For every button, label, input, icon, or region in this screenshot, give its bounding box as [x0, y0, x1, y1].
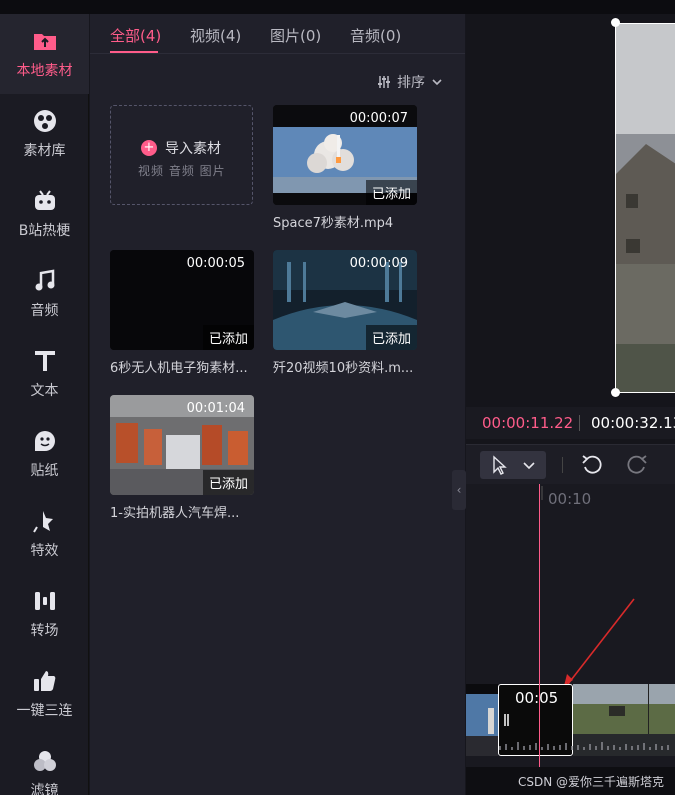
thumbs-up-icon — [33, 671, 55, 691]
sidebar-item-label: 本地素材 — [16, 63, 73, 79]
undo-icon[interactable] — [578, 451, 606, 479]
sort-sliders-icon — [378, 76, 390, 88]
tab-all[interactable]: 全部(4) — [110, 25, 161, 46]
import-title: 导入素材 — [165, 141, 221, 157]
sidebar-item-triple-like[interactable]: 一键三连 — [0, 654, 89, 734]
sidebar-item-effects[interactable]: 特效 — [0, 494, 89, 574]
sparkle-effect-icon — [32, 511, 53, 533]
editor-area: 00:00:11.22 00:00:32.13 00:10 00:05 CSDN… — [466, 14, 675, 795]
material-library-icon — [33, 110, 56, 132]
sidebar-item-label: 音频 — [30, 303, 59, 319]
time-divider — [579, 415, 580, 431]
sticker-icon — [34, 431, 55, 451]
plus-icon: + — [141, 140, 157, 156]
folder-upload-icon — [33, 34, 56, 50]
video-track: 00:05 — [466, 684, 675, 756]
top-bar — [0, 0, 675, 14]
sidebar-item-label: 素材库 — [23, 143, 66, 159]
cursor-arrow-icon — [493, 455, 535, 475]
tab-audio[interactable]: 音频(0) — [350, 25, 401, 46]
sort-dropdown[interactable]: 排序 — [377, 72, 443, 92]
sort-label: 排序 — [397, 75, 425, 91]
transition-icon — [34, 592, 55, 610]
thumb-duration: 00:00:05 — [186, 256, 245, 271]
tab-image[interactable]: 图片(0) — [270, 25, 321, 46]
media-item-jet[interactable]: 00:00:09 已添加 — [273, 250, 417, 350]
sidebar-item-label: B站热梗 — [18, 223, 71, 239]
filter-circles-icon — [33, 751, 56, 771]
import-material-button[interactable]: + 导入素材 视频 音频 图片 — [110, 105, 253, 205]
sidebar-item-bilibili[interactable]: B站热梗 — [0, 174, 89, 254]
sidebar-item-local-material[interactable]: 本地素材 — [0, 14, 89, 94]
sidebar-item-audio[interactable]: 音频 — [0, 254, 89, 334]
watermark-text: CSDN @爱你三千遍斯塔克 — [518, 775, 665, 789]
status-footer: CSDN @爱你三千遍斯塔克 — [466, 767, 675, 795]
red-arrow-annotation — [564, 598, 635, 686]
media-panel: 全部(4) 视频(4) 图片(0) 音频(0) 排序 + 导入素材 视频 音频 … — [90, 14, 465, 795]
toolbar-divider — [562, 457, 563, 473]
sidebar-item-label: 滤镜 — [30, 783, 59, 795]
timeline-toolbar — [466, 444, 675, 484]
thumb-duration: 00:00:09 — [349, 256, 408, 271]
media-item-name: 6秒无人机电子狗素材... — [110, 361, 248, 376]
tab-video[interactable]: 视频(4) — [190, 25, 241, 46]
current-time: 00:00:11.22 — [482, 414, 574, 432]
added-badge: 已添加 — [365, 325, 417, 350]
added-badge: 已添加 — [202, 470, 254, 495]
media-item-space[interactable]: 00:00:07 已添加 — [273, 105, 417, 205]
timeline[interactable]: 00:10 00:05 — [466, 484, 675, 767]
sidebar-item-label: 一键三连 — [16, 703, 73, 719]
thumb-duration: 00:01:04 — [186, 401, 245, 416]
sidebar-item-transition[interactable]: 转场 — [0, 574, 89, 654]
pointer-tool-select[interactable] — [480, 451, 546, 479]
sidebar-item-sticker[interactable]: 贴纸 — [0, 414, 89, 494]
bilibili-tv-icon — [34, 190, 55, 210]
sidebar: 本地素材 素材库 B站热梗 音频 文本 贴纸 特效 转场 一键三连 滤镜 — [0, 14, 89, 795]
media-tabs: 全部(4) 视频(4) 图片(0) 音频(0) — [90, 14, 465, 54]
import-subtitle: 视频 音频 图片 — [138, 164, 226, 178]
sidebar-item-filter[interactable]: 滤镜 — [0, 734, 89, 795]
clip-duration: 00:05 — [515, 689, 559, 707]
preview-frame-image — [616, 24, 675, 392]
active-tab-indicator — [110, 51, 158, 53]
total-time: 00:00:32.13 — [591, 414, 675, 432]
time-display-bar: 00:00:11.22 00:00:32.13 — [466, 407, 675, 439]
audio-waveform — [499, 742, 669, 750]
media-item-name: 歼20视频10秒资料.m... — [273, 361, 414, 376]
playhead[interactable] — [539, 484, 540, 767]
import-title-row: + 导入素材 — [141, 138, 221, 158]
chevron-down-icon — [432, 79, 442, 86]
ruler-time-label: 00:10 — [548, 490, 592, 508]
media-item-name: 1-实拍机器人汽车焊... — [110, 506, 240, 521]
trim-handle-icon[interactable] — [503, 713, 511, 727]
added-badge: 已添加 — [202, 325, 254, 350]
added-badge: 已添加 — [365, 180, 417, 205]
sidebar-item-label: 贴纸 — [30, 463, 59, 479]
sidebar-item-material-library[interactable]: 素材库 — [0, 94, 89, 174]
collapse-panel-button[interactable]: ‹ — [452, 470, 466, 510]
media-item-robot[interactable]: 00:01:04 已添加 — [110, 395, 254, 495]
sidebar-item-label: 文本 — [30, 383, 59, 399]
sidebar-item-text[interactable]: 文本 — [0, 334, 89, 414]
text-t-icon — [34, 351, 55, 371]
video-preview — [615, 23, 675, 393]
media-item-name: Space7秒素材.mp4 — [273, 216, 394, 231]
resize-handle-top-left[interactable] — [611, 18, 620, 27]
sidebar-item-label: 转场 — [30, 623, 59, 639]
music-note-icon — [35, 269, 54, 291]
resize-handle-bottom-left[interactable] — [611, 388, 620, 397]
redo-icon[interactable] — [623, 451, 651, 479]
sidebar-item-label: 特效 — [30, 543, 59, 559]
media-item-drone[interactable]: 00:00:05 已添加 — [110, 250, 254, 350]
thumb-duration: 00:00:07 — [349, 111, 408, 126]
